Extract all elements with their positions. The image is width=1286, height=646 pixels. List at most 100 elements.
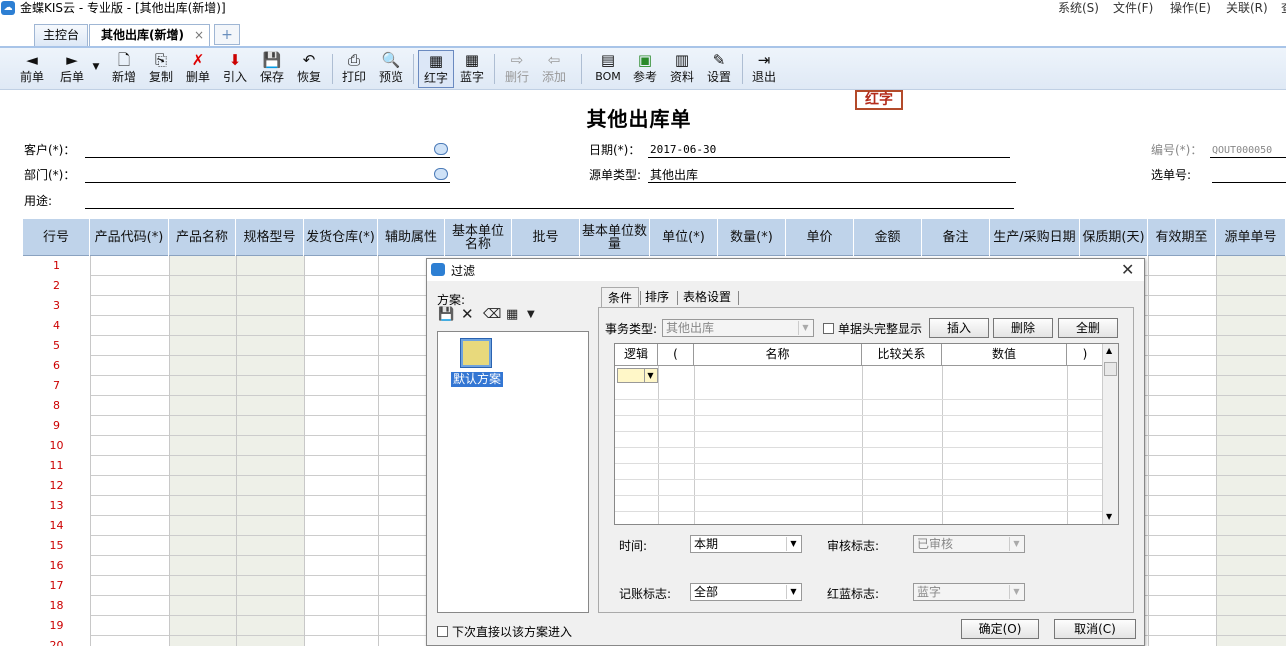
col-header[interactable]: 单价	[786, 219, 854, 256]
number-field[interactable]	[1210, 157, 1286, 158]
delete-scheme-icon[interactable]: ✕	[461, 305, 474, 323]
cond-row[interactable]	[615, 432, 1104, 448]
menu-query[interactable]: 查	[1281, 0, 1286, 16]
restore-button[interactable]: ↶ 恢复	[293, 50, 325, 88]
menu-related[interactable]: 关联(R)	[1226, 0, 1268, 16]
blue-text-button[interactable]: ▦ 蓝字	[456, 50, 488, 88]
scroll-down-icon[interactable]: ▼	[1106, 512, 1112, 521]
number-value[interactable]: QOUT000050	[1212, 144, 1272, 158]
source-type-field[interactable]	[648, 182, 1016, 183]
col-header[interactable]: 数量(*)	[718, 219, 786, 256]
cond-row[interactable]	[615, 384, 1104, 400]
add-row-button[interactable]: ⇦ 添加	[538, 50, 570, 88]
scroll-thumb[interactable]	[1104, 362, 1117, 376]
direct-enter-checkbox[interactable]: 下次直接以该方案进入	[437, 623, 572, 640]
cond-row[interactable]	[615, 448, 1104, 464]
col-header[interactable]: 发货仓库(*)	[304, 219, 378, 256]
tab-conditions[interactable]: 条件	[601, 287, 640, 307]
checkbox-box[interactable]	[437, 626, 448, 637]
tab-table-settings[interactable]: 表格设置	[677, 287, 737, 307]
time-select[interactable]: 本期 ▼	[690, 535, 802, 553]
col-header[interactable]: 产品名称	[169, 219, 236, 256]
next-doc-dropdown-icon[interactable]: ▼	[91, 62, 101, 100]
source-type-value[interactable]: 其他出库	[650, 168, 698, 182]
cond-row[interactable]	[615, 496, 1104, 512]
col-header[interactable]: 辅助属性	[378, 219, 445, 256]
select-no-field[interactable]	[1212, 182, 1286, 183]
new-button[interactable]: 🗋 新增	[108, 50, 140, 88]
business-type-select[interactable]: 其他出库 ▼	[662, 319, 814, 337]
settings-button[interactable]: ✎ 设置	[703, 50, 735, 88]
col-header[interactable]: 产品代码(*)	[90, 219, 169, 256]
col-header[interactable]: 规格型号	[236, 219, 304, 256]
dialog-close-icon[interactable]: ✕	[1121, 260, 1134, 279]
purpose-field[interactable]	[85, 208, 1014, 209]
tab-sort[interactable]: 排序	[639, 287, 675, 307]
col-header[interactable]: 金额	[854, 219, 922, 256]
cond-row[interactable]	[615, 416, 1104, 432]
preview-button[interactable]: 🔍 预览	[375, 50, 407, 88]
col-header[interactable]: 单位(*)	[650, 219, 718, 256]
next-doc-button[interactable]: ► 后单	[56, 50, 88, 88]
import-button[interactable]: ⬇ 引入	[219, 50, 251, 88]
clear-all-button[interactable]: 全删	[1058, 318, 1118, 338]
customer-field[interactable]	[85, 157, 450, 158]
tab-home[interactable]: 主控台	[34, 24, 88, 46]
col-header[interactable]: 基本单位名称	[445, 219, 512, 256]
scheme-list[interactable]: 默认方案	[437, 331, 589, 613]
prev-doc-button[interactable]: ◄ 前单	[16, 50, 48, 88]
chevron-down-icon[interactable]: ▼	[644, 369, 656, 382]
reference-button[interactable]: ▣ 参考	[629, 50, 661, 88]
scroll-up-icon[interactable]: ▲	[1106, 346, 1112, 355]
col-header[interactable]: 保质期(天)	[1080, 219, 1148, 256]
col-header[interactable]: 行号	[23, 219, 90, 256]
cancel-button[interactable]: 取消(C)	[1054, 619, 1136, 639]
scheme-folder-icon[interactable]	[460, 338, 492, 368]
tab-close-icon[interactable]: ×	[194, 28, 204, 42]
menu-operation[interactable]: 操作(E)	[1170, 0, 1211, 16]
cond-row[interactable]	[615, 480, 1104, 496]
audit-select[interactable]: 已审核 ▼	[913, 535, 1025, 553]
date-field[interactable]	[648, 157, 1010, 158]
table-icon[interactable]: ▦	[506, 307, 518, 322]
date-value[interactable]: 2017-06-30	[650, 143, 716, 157]
condition-grid[interactable]: 逻辑 ( 名称 比较关系 数值 ) ▼ ▲ ▼	[614, 343, 1119, 525]
ok-button[interactable]: 确定(O)	[961, 619, 1039, 639]
cond-row[interactable]	[615, 400, 1104, 416]
department-field[interactable]	[85, 182, 450, 183]
col-header[interactable]: 基本单位数量	[580, 219, 650, 256]
cond-row[interactable]	[615, 464, 1104, 480]
customer-lookup-icon[interactable]	[434, 143, 448, 155]
insert-button[interactable]: 插入	[929, 318, 989, 338]
col-header[interactable]: 生产/采购日期	[990, 219, 1080, 256]
delete-row-button[interactable]: ⇨ 删行	[501, 50, 533, 88]
department-lookup-icon[interactable]	[434, 168, 448, 180]
col-header[interactable]: 源单单号	[1216, 219, 1286, 256]
col-header[interactable]: 备注	[922, 219, 990, 256]
table-dropdown-icon[interactable]: ▼	[527, 309, 535, 320]
tab-other-outbound[interactable]: 其他出库(新增)	[89, 24, 210, 46]
col-header[interactable]: 批号	[512, 219, 580, 256]
full-header-checkbox[interactable]: 单据头完整显示	[823, 320, 922, 337]
copy-button[interactable]: ⎘ 复制	[145, 50, 177, 88]
checkbox-box[interactable]	[823, 323, 834, 334]
delete-button[interactable]: 删除	[993, 318, 1053, 338]
exit-button[interactable]: ⇥ 退出	[748, 50, 780, 88]
eraser-icon[interactable]: ⌫	[483, 307, 501, 322]
add-tab-icon[interactable]: +	[214, 24, 240, 45]
save-scheme-icon[interactable]: 💾	[438, 307, 454, 322]
post-select[interactable]: 全部 ▼	[690, 583, 802, 601]
logic-cell-select[interactable]: ▼	[617, 368, 658, 383]
save-button[interactable]: 💾 保存	[256, 50, 288, 88]
menu-system[interactable]: 系统(S)	[1058, 0, 1099, 16]
bom-button[interactable]: ▤ BOM	[592, 50, 624, 88]
red-text-button[interactable]: ▦ 红字	[418, 50, 454, 88]
menu-file[interactable]: 文件(F)	[1113, 0, 1153, 16]
print-button[interactable]: ⎙ 打印	[338, 50, 370, 88]
delete-doc-button[interactable]: ✗ 删单	[182, 50, 214, 88]
col-header[interactable]: 有效期至	[1148, 219, 1216, 256]
scheme-item-default[interactable]: 默认方案	[451, 372, 504, 387]
redblue-select[interactable]: 蓝字 ▼	[913, 583, 1025, 601]
condition-scrollbar[interactable]: ▲ ▼	[1102, 344, 1118, 524]
material-button[interactable]: ▥ 资料	[666, 50, 698, 88]
